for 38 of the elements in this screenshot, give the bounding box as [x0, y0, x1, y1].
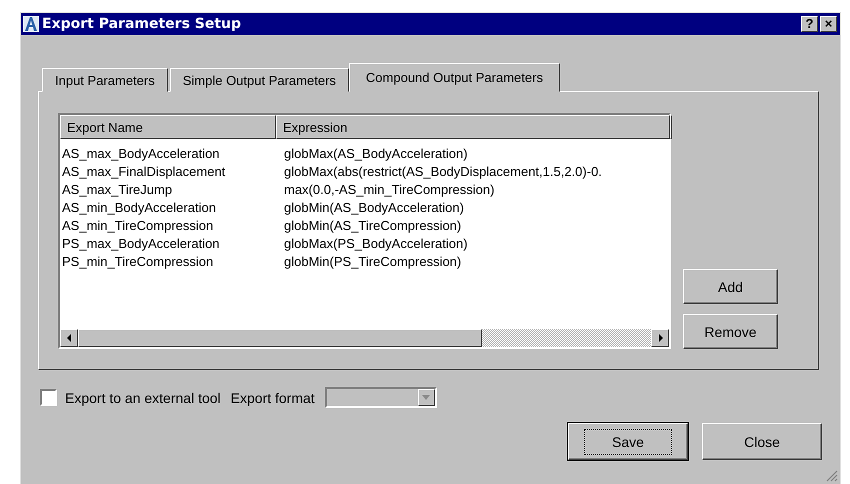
- tab[interactable]: Input Parameters: [42, 68, 168, 92]
- table-cell-text: PS_max_BodyAcceleration: [61, 236, 221, 250]
- table-cell-text: AS_min_TireCompression: [61, 218, 214, 232]
- tab[interactable]: Simple Output Parameters: [170, 68, 349, 92]
- table-cell-text: AS_max_FinalDisplacement: [61, 164, 226, 178]
- add-button[interactable]: Add: [683, 269, 778, 304]
- field-label: Export format: [230, 390, 315, 406]
- scroll-left-button[interactable]: [60, 329, 78, 347]
- table-cell-text: globMax(abs(restrict(AS_BodyDisplacement,1.5,2.0)-0.: [283, 164, 602, 178]
- caret-icon: [422, 395, 430, 400]
- horizontal-scrollbar[interactable]: [60, 329, 669, 347]
- letter-a-icon: [23, 16, 39, 32]
- close-dialog-button[interactable]: Close: [702, 423, 822, 460]
- table-cell-text: AS_min_BodyAcceleration: [61, 200, 217, 214]
- help-button[interactable]: ?: [801, 16, 818, 32]
- checkbox-label[interactable]: Export to an external tool: [65, 390, 221, 406]
- resize-grip-icon[interactable]: [826, 470, 838, 482]
- right-arrow-icon: [658, 334, 662, 342]
- window-title: Export Parameters Setup: [42, 16, 242, 32]
- table-cell-text: globMax(AS_BodyAcceleration): [283, 146, 468, 160]
- column-header[interactable]: Expression: [276, 115, 670, 139]
- tab[interactable]: Compound Output Parameters: [348, 63, 560, 92]
- table-cell-text: globMax(PS_BodyAcceleration): [283, 236, 468, 250]
- scroll-right-button[interactable]: [651, 329, 669, 347]
- remove-button[interactable]: Remove: [683, 314, 778, 349]
- checkbox[interactable]: [40, 389, 57, 406]
- table-cell-text: AS_max_BodyAcceleration: [61, 146, 221, 160]
- save-button[interactable]: Save: [568, 423, 688, 460]
- table-cell-text: PS_min_TireCompression: [61, 254, 214, 268]
- left-arrow-icon: [66, 334, 72, 342]
- scroll-thumb[interactable]: [78, 329, 482, 347]
- close-button[interactable]: ×: [820, 16, 837, 32]
- table-cell-text: globMin(AS_BodyAcceleration): [283, 200, 464, 214]
- table-cell-text: globMin(PS_TireCompression): [283, 254, 462, 268]
- column-header[interactable]: Export Name: [60, 115, 276, 139]
- table-cell-text: AS_max_TireJump: [61, 182, 174, 196]
- table-cell-text: globMin(AS_TireCompression): [283, 218, 462, 232]
- table-cell-text: max(0.0,-AS_min_TireCompression): [283, 182, 494, 196]
